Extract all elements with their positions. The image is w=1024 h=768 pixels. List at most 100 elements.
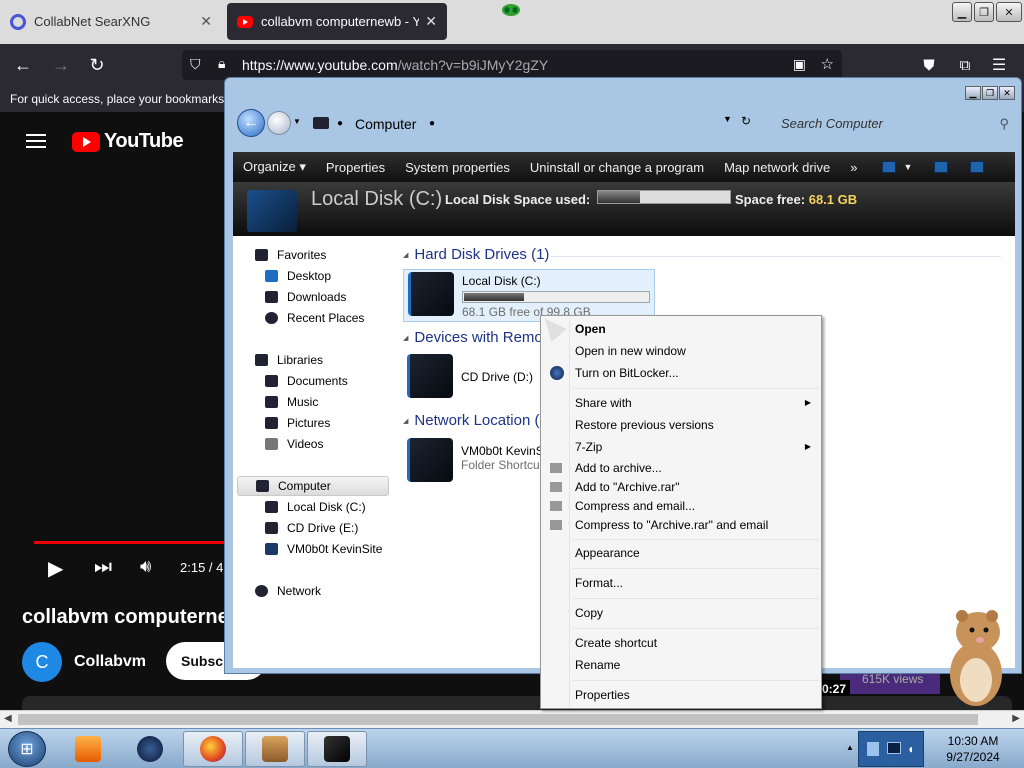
- breadcrumb-separator-icon[interactable]: ●: [429, 118, 435, 129]
- system-properties-button[interactable]: System properties: [395, 160, 520, 175]
- volume-icon[interactable]: 🔊︎: [140, 556, 151, 577]
- taskbar-clock[interactable]: 10:30 AM 9/27/2024: [930, 733, 1016, 765]
- url-text[interactable]: https://www.youtube.com/watch?v=b9iJMyY2…: [242, 57, 548, 73]
- back-arrow-icon[interactable]: ←: [237, 109, 265, 137]
- nav-network[interactable]: Network: [255, 584, 321, 598]
- flag-icon[interactable]: [867, 742, 879, 756]
- explorer-maximize-button[interactable]: ❐: [982, 86, 998, 100]
- menu-restore-versions[interactable]: Restore previous versions: [575, 418, 714, 432]
- volume-tray-icon[interactable]: ◖: [907, 742, 914, 756]
- menu-create-shortcut[interactable]: Create shortcut: [575, 636, 657, 650]
- taskbar-explorer[interactable]: [307, 731, 367, 767]
- menu-copy[interactable]: Copy: [575, 606, 603, 620]
- close-tab-icon[interactable]: ✕: [425, 13, 437, 30]
- group-network-location[interactable]: Network Location (: [403, 412, 539, 429]
- taskbar-box-app[interactable]: [245, 731, 305, 767]
- properties-button[interactable]: Properties: [316, 160, 395, 175]
- channel-avatar[interactable]: C: [22, 642, 62, 682]
- menu-7zip[interactable]: 7-Zip: [575, 440, 602, 454]
- nav-music[interactable]: Music: [265, 395, 318, 409]
- menu-rename[interactable]: Rename: [575, 658, 620, 672]
- maximize-button[interactable]: ❐: [974, 2, 994, 22]
- taskbar-media-player[interactable]: [58, 731, 118, 767]
- menu-add-to-rar[interactable]: Add to "Archive.rar": [575, 480, 680, 494]
- nav-favorites[interactable]: Favorites: [255, 248, 326, 262]
- play-icon[interactable]: ▶: [48, 556, 63, 581]
- group-removable-devices[interactable]: Devices with Remo: [403, 329, 542, 346]
- more-commands-button[interactable]: »: [840, 160, 867, 175]
- scroll-right-icon[interactable]: ▶: [1012, 713, 1020, 724]
- extensions-icon[interactable]: ⧉: [952, 52, 978, 78]
- nav-documents[interactable]: Documents: [265, 374, 348, 388]
- channel-name[interactable]: Collabvm: [74, 653, 146, 671]
- organize-button[interactable]: Organize ▾: [233, 159, 316, 175]
- group-hard-disk-drives[interactable]: Hard Disk Drives (1): [403, 246, 549, 263]
- close-tab-icon[interactable]: ✕: [200, 13, 212, 30]
- back-icon[interactable]: ←: [10, 52, 36, 78]
- nav-computer[interactable]: Computer: [237, 476, 389, 496]
- start-button[interactable]: ⊞: [8, 731, 46, 767]
- view-dropdown-icon[interactable]: ▼: [904, 162, 913, 172]
- bookmark-star-icon[interactable]: ☆: [821, 55, 834, 73]
- horizontal-scrollbar[interactable]: ◀ ▶: [0, 710, 1024, 728]
- nav-videos[interactable]: Videos: [265, 437, 323, 451]
- view-options-icon[interactable]: [881, 161, 896, 173]
- search-box[interactable]: Search Computer ⚲: [769, 110, 1017, 136]
- taskbar-firefox[interactable]: [183, 731, 243, 767]
- reload-icon[interactable]: ↻: [84, 52, 110, 78]
- nav-libraries[interactable]: Libraries: [255, 353, 323, 367]
- reader-view-icon[interactable]: ▣: [793, 56, 806, 73]
- menu-compress-email[interactable]: Compress and email...: [575, 499, 695, 513]
- minimize-button[interactable]: ▁: [952, 2, 972, 22]
- menu-bitlocker[interactable]: Turn on BitLocker...: [575, 366, 679, 380]
- menu-open[interactable]: Open: [575, 322, 606, 336]
- refresh-icon[interactable]: ↻: [741, 114, 751, 128]
- nav-cd-drive[interactable]: CD Drive (E:): [265, 521, 358, 535]
- video-progress-bar[interactable]: [34, 541, 234, 544]
- address-dropdown-icon[interactable]: ▼: [723, 114, 732, 124]
- menu-add-to-archive[interactable]: Add to archive...: [575, 461, 662, 475]
- next-icon[interactable]: ⏭: [94, 556, 112, 579]
- nav-pictures[interactable]: Pictures: [265, 416, 330, 430]
- nav-local-disk[interactable]: Local Disk (C:): [265, 500, 366, 514]
- help-icon[interactable]: [970, 161, 985, 173]
- taskbar-globe[interactable]: [120, 731, 180, 767]
- nav-kevinsite[interactable]: VM0b0t KevinSite: [265, 542, 382, 556]
- nav-downloads[interactable]: Downloads: [265, 290, 346, 304]
- menu-icon[interactable]: ☰: [986, 52, 1012, 78]
- forward-arrow-icon[interactable]: [267, 111, 291, 135]
- network-tray-icon[interactable]: [887, 742, 901, 754]
- uninstall-program-button[interactable]: Uninstall or change a program: [520, 160, 714, 175]
- forward-icon[interactable]: →: [48, 52, 74, 78]
- menu-properties[interactable]: Properties: [575, 688, 630, 702]
- scrollbar-thumb[interactable]: [18, 714, 978, 725]
- map-network-drive-button[interactable]: Map network drive: [714, 160, 840, 175]
- close-button[interactable]: ✕: [996, 2, 1022, 22]
- show-hidden-icons[interactable]: ▲: [846, 743, 854, 752]
- explorer-close-button[interactable]: ✕: [999, 86, 1015, 100]
- lock-icon[interactable]: 🔒︎: [218, 55, 225, 72]
- breadcrumb-computer[interactable]: Computer: [355, 116, 416, 132]
- menu-open-new-window[interactable]: Open in new window: [575, 344, 686, 358]
- youtube-logo[interactable]: YouTube: [72, 130, 184, 153]
- menu-format[interactable]: Format...: [575, 576, 623, 590]
- hamburger-menu-icon[interactable]: [26, 134, 46, 148]
- pocket-icon[interactable]: ⛊: [916, 52, 942, 78]
- menu-share-with[interactable]: Share with: [575, 396, 632, 410]
- tab-youtube[interactable]: collabvm computernewb - YouTube ✕: [227, 3, 447, 40]
- network-shortcut-kevinsite[interactable]: VM0b0t KevinS Folder Shortcu: [407, 438, 544, 482]
- nav-recent-places[interactable]: Recent Places: [265, 311, 364, 325]
- address-box[interactable]: ● Computer ●: [299, 110, 779, 136]
- tab-searxng[interactable]: CollabNet SearXNG ✕: [0, 3, 222, 40]
- url-bar[interactable]: ⛉ 🔒︎ https://www.youtube.com/watch?v=b9i…: [182, 50, 842, 80]
- scroll-left-icon[interactable]: ◀: [4, 713, 12, 724]
- menu-compress-rar-email[interactable]: Compress to "Archive.rar" and email: [575, 518, 768, 532]
- drive-cd-d[interactable]: CD Drive (D:): [407, 354, 533, 398]
- breadcrumb-separator-icon[interactable]: ●: [337, 118, 343, 129]
- explorer-minimize-button[interactable]: ▁: [965, 86, 981, 100]
- shield-icon[interactable]: ⛉: [190, 56, 201, 73]
- preview-pane-icon[interactable]: [934, 161, 949, 173]
- menu-appearance[interactable]: Appearance: [575, 546, 640, 560]
- nav-desktop[interactable]: Desktop: [265, 269, 331, 283]
- description-card[interactable]: [22, 696, 1012, 710]
